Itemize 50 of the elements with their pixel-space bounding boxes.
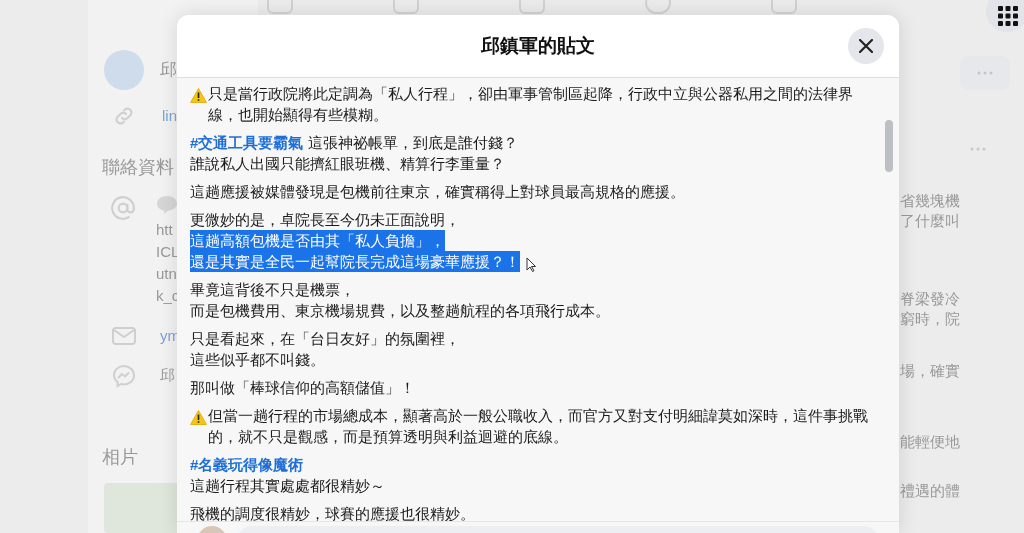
profile-name: 邱 — [160, 59, 177, 82]
scrollbar-thumb[interactable] — [885, 120, 893, 172]
selected-text: 還是其實是全民一起幫院長完成這場豪華應援？！ — [190, 251, 520, 272]
more-icon[interactable] — [970, 147, 986, 151]
post-text: 但當一趟行程的市場總成本，顯著高於一般公職收入，而官方又對支付明細諱莫如深時，這件事挑戰的，就不只是觀感，而是預算透明與利益迴避的底線。 — [208, 406, 869, 447]
messenger-name: 邱 — [160, 365, 175, 386]
messenger-icon — [112, 363, 136, 388]
post-text-fragment: 能輕便地 — [900, 432, 961, 452]
close-button[interactable] — [848, 28, 884, 64]
hashtag-link[interactable]: #名義玩得像魔術 — [190, 454, 304, 475]
post-text: 這趟應援被媒體發現是包機前往東京，確實稱得上對球員最高規格的應援。 — [190, 182, 685, 202]
more-button[interactable] — [960, 56, 1010, 90]
post-text-fragment: 了什麼叫 — [900, 211, 961, 231]
post-text: 那叫做「棒球信仰的高額儲值」！ — [190, 378, 415, 398]
section-heading: 相片 — [102, 445, 138, 469]
post-text: 這張神祕帳單，到底是誰付錢？ — [308, 133, 519, 153]
chat-bubble-icon — [156, 195, 178, 215]
hashtag-link[interactable]: #交通工具要霸氣 — [190, 132, 304, 153]
more-icon — [977, 71, 993, 75]
contact-text: k_c — [156, 286, 180, 306]
close-icon — [859, 39, 873, 53]
post-text: 只是看起來，在「台日友好」的氛圍裡， — [190, 329, 460, 349]
warning-icon — [190, 88, 207, 103]
post-text-fragment: 場，確實 — [900, 361, 961, 381]
post-text: 這些似乎都不叫錢。 — [190, 350, 325, 370]
contact-text: ICL — [156, 242, 180, 262]
at-sign-icon — [110, 195, 136, 221]
post-text: 飛機的調度很精妙，球賽的應援也很精妙。 — [190, 504, 475, 524]
section-heading: 聯絡資料 — [102, 156, 174, 179]
post-text: 只是當行政院將此定調為「私人行程」，卻由軍事管制區起降，行政中立與公器私用之間的法律界線，也開始顯得有些模糊。 — [208, 84, 854, 125]
link-icon — [112, 104, 136, 128]
mail-icon — [112, 326, 136, 347]
post-text-fragment: 脊梁發冷 — [900, 289, 961, 309]
selected-text: 這趟高額包機是否由其「私人負擔」， — [190, 230, 445, 251]
post-text: 誰說私人出國只能擠紅眼班機、精算行李重量？ — [190, 154, 505, 174]
grid-menu-icon — [998, 6, 1018, 26]
website-link[interactable]: lin — [162, 104, 177, 128]
post-text: 畢竟這背後不只是機票， — [190, 280, 355, 300]
post-text: 這趟行程其實處處都很精妙～ — [190, 476, 385, 496]
post-text: 更微妙的是，卓院長至今仍未正面說明， — [190, 210, 460, 230]
warning-icon — [190, 410, 207, 425]
post-text-fragment: 禮遇的體 — [900, 481, 961, 501]
post-text-fragment: 省幾塊機 — [900, 191, 961, 211]
mouse-pointer-icon — [526, 257, 536, 272]
post-text: 而是包機費用、東京機場規費，以及整趟航程的各項飛行成本。 — [190, 301, 610, 321]
dialog-title: 邱鎮軍的貼文 — [481, 33, 595, 58]
contact-text: utn — [156, 264, 178, 284]
post-text-fragment: 窮時，院 — [900, 309, 961, 329]
contact-text: htt — [156, 220, 174, 240]
avatar — [104, 50, 144, 90]
